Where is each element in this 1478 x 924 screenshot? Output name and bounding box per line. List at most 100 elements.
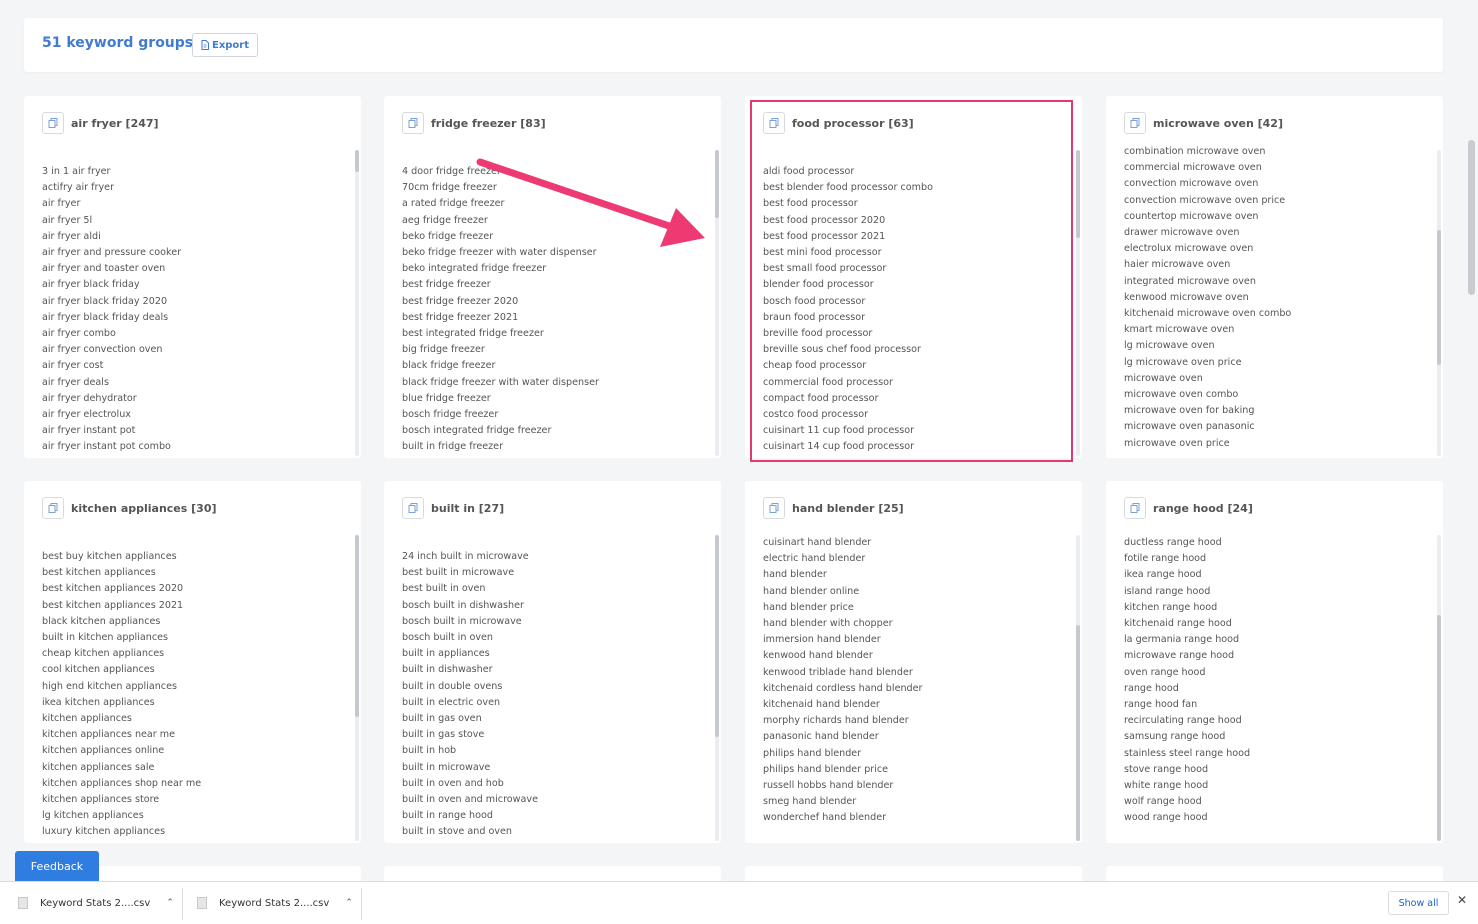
copy-button[interactable] <box>42 112 64 134</box>
keyword-item[interactable]: commercial microwave oven <box>1124 160 1291 176</box>
copy-button[interactable] <box>402 112 424 134</box>
download-item[interactable]: Keyword Stats 2....csv ⌃ <box>197 882 353 924</box>
keyword-item[interactable]: philips hand blender price <box>763 762 922 778</box>
chevron-up-icon[interactable]: ⌃ <box>166 898 174 908</box>
keyword-item[interactable]: kmart microwave oven <box>1124 322 1291 338</box>
copy-button[interactable] <box>402 497 424 519</box>
scrollbar[interactable] <box>1076 535 1080 841</box>
scrollbar[interactable] <box>715 150 719 456</box>
keyword-item[interactable]: best kitchen appliances <box>42 565 201 581</box>
keyword-item[interactable]: hand blender with chopper <box>763 616 922 632</box>
keyword-item[interactable]: 3 in 1 air fryer <box>42 164 181 180</box>
scrollbar[interactable] <box>355 535 359 841</box>
keyword-item[interactable]: air fryer and pressure cooker <box>42 245 181 261</box>
keyword-item[interactable]: philips hand blender <box>763 746 922 762</box>
keyword-item[interactable]: best food processor <box>763 196 933 212</box>
keyword-item[interactable]: russell hobbs hand blender <box>763 778 922 794</box>
keyword-item[interactable]: hand blender online <box>763 584 922 600</box>
page-scrollbar[interactable] <box>1468 140 1475 295</box>
keyword-item[interactable]: best blender food processor combo <box>763 180 933 196</box>
keyword-item[interactable]: best fridge freezer 2021 <box>402 310 599 326</box>
keyword-item[interactable]: recirculating range hood <box>1124 713 1250 729</box>
keyword-item[interactable]: best buy kitchen appliances <box>42 549 201 565</box>
keyword-item[interactable]: air fryer <box>42 196 181 212</box>
keyword-item[interactable]: cuisinart 14 cup food processor <box>763 439 933 455</box>
keyword-item[interactable]: best built in microwave <box>402 565 538 581</box>
keyword-item[interactable]: kitchen appliances store <box>42 792 201 808</box>
keyword-item[interactable]: air fryer dehydrator <box>42 391 181 407</box>
keyword-item[interactable]: air fryer aldi <box>42 229 181 245</box>
keyword-item[interactable]: air fryer deals <box>42 375 181 391</box>
keyword-item[interactable]: air fryer instant pot <box>42 423 181 439</box>
keyword-item[interactable]: big fridge freezer <box>402 342 599 358</box>
keyword-item[interactable]: stainless steel range hood <box>1124 746 1250 762</box>
keyword-item[interactable]: kitchenaid range hood <box>1124 616 1250 632</box>
keyword-item[interactable]: wolf range hood <box>1124 794 1250 810</box>
keyword-item[interactable]: bosch food processor <box>763 294 933 310</box>
keyword-item[interactable]: fotile range hood <box>1124 551 1250 567</box>
keyword-item[interactable]: ikea kitchen appliances <box>42 695 201 711</box>
keyword-item[interactable]: best fridge freezer <box>402 277 599 293</box>
keyword-item[interactable]: built in range hood <box>402 808 538 824</box>
keyword-item[interactable]: built in double ovens <box>402 679 538 695</box>
scrollbar[interactable] <box>1437 535 1441 841</box>
keyword-item[interactable]: best built in oven <box>402 581 538 597</box>
scrollbar-thumb[interactable] <box>715 535 719 737</box>
keyword-item[interactable]: microwave oven for baking <box>1124 403 1291 419</box>
keyword-item[interactable]: cuisinart 11 cup food processor <box>763 423 933 439</box>
keyword-item[interactable]: ductless range hood <box>1124 535 1250 551</box>
keyword-item[interactable]: air fryer combo <box>42 326 181 342</box>
scrollbar[interactable] <box>1076 150 1080 456</box>
keyword-item[interactable]: microwave oven price <box>1124 436 1291 452</box>
keyword-item[interactable]: luxury kitchen appliances <box>42 824 201 840</box>
keyword-item[interactable]: kenwood hand blender <box>763 648 922 664</box>
keyword-item[interactable]: range hood fan <box>1124 697 1250 713</box>
keyword-item[interactable]: air fryer black friday deals <box>42 310 181 326</box>
close-icon[interactable]: ✕ <box>1457 893 1467 907</box>
scrollbar-thumb[interactable] <box>715 150 719 218</box>
keyword-item[interactable]: breville food processor <box>763 326 933 342</box>
keyword-item[interactable]: best mini food processor <box>763 245 933 261</box>
keyword-item[interactable]: built in dishwasher <box>402 662 538 678</box>
keyword-item[interactable]: kitchen appliances online <box>42 743 201 759</box>
keyword-item[interactable]: microwave oven panasonic <box>1124 419 1291 435</box>
keyword-item[interactable]: commercial food processor <box>763 375 933 391</box>
keyword-item[interactable]: bosch built in microwave <box>402 614 538 630</box>
keyword-item[interactable]: wood range hood <box>1124 810 1250 826</box>
keyword-item[interactable]: smeg hand blender <box>763 794 922 810</box>
keyword-item[interactable]: built in oven and microwave <box>402 792 538 808</box>
chevron-up-icon[interactable]: ⌃ <box>345 898 353 908</box>
keyword-item[interactable]: kitchen appliances sale <box>42 760 201 776</box>
keyword-item[interactable]: built in stove and oven <box>402 824 538 840</box>
keyword-item[interactable]: built in electric oven <box>402 695 538 711</box>
keyword-item[interactable]: built in appliances <box>402 646 538 662</box>
keyword-item[interactable]: electric hand blender <box>763 551 922 567</box>
scrollbar[interactable] <box>715 535 719 841</box>
keyword-item[interactable]: cheap kitchen appliances <box>42 646 201 662</box>
keyword-item[interactable]: air fryer 5l <box>42 213 181 229</box>
keyword-item[interactable]: bosch integrated fridge freezer <box>402 423 599 439</box>
scrollbar-thumb[interactable] <box>355 150 359 172</box>
keyword-item[interactable]: aldi food processor <box>763 164 933 180</box>
keyword-item[interactable]: stove range hood <box>1124 762 1250 778</box>
keyword-item[interactable]: morphy richards hand blender <box>763 713 922 729</box>
keyword-item[interactable]: kitchen appliances near me <box>42 727 201 743</box>
keyword-item[interactable]: compact food processor <box>763 391 933 407</box>
keyword-item[interactable]: wonderchef hand blender <box>763 810 922 826</box>
keyword-item[interactable]: white range hood <box>1124 778 1250 794</box>
keyword-item[interactable]: integrated microwave oven <box>1124 274 1291 290</box>
keyword-item[interactable]: range hood <box>1124 681 1250 697</box>
keyword-item[interactable]: hand blender price <box>763 600 922 616</box>
keyword-item[interactable]: oven range hood <box>1124 665 1250 681</box>
keyword-item[interactable]: beko integrated fridge freezer <box>402 261 599 277</box>
keyword-item[interactable]: bosch built in oven <box>402 630 538 646</box>
keyword-item[interactable]: air fryer black friday <box>42 277 181 293</box>
keyword-item[interactable]: immersion hand blender <box>763 632 922 648</box>
copy-button[interactable] <box>42 497 64 519</box>
keyword-item[interactable]: black fridge freezer with water dispense… <box>402 375 599 391</box>
keyword-item[interactable]: kitchenaid cordless hand blender <box>763 681 922 697</box>
keyword-item[interactable]: lg microwave oven <box>1124 338 1291 354</box>
keyword-item[interactable]: air fryer electrolux <box>42 407 181 423</box>
keyword-item[interactable]: black kitchen appliances <box>42 614 201 630</box>
keyword-item[interactable]: samsung range hood <box>1124 729 1250 745</box>
